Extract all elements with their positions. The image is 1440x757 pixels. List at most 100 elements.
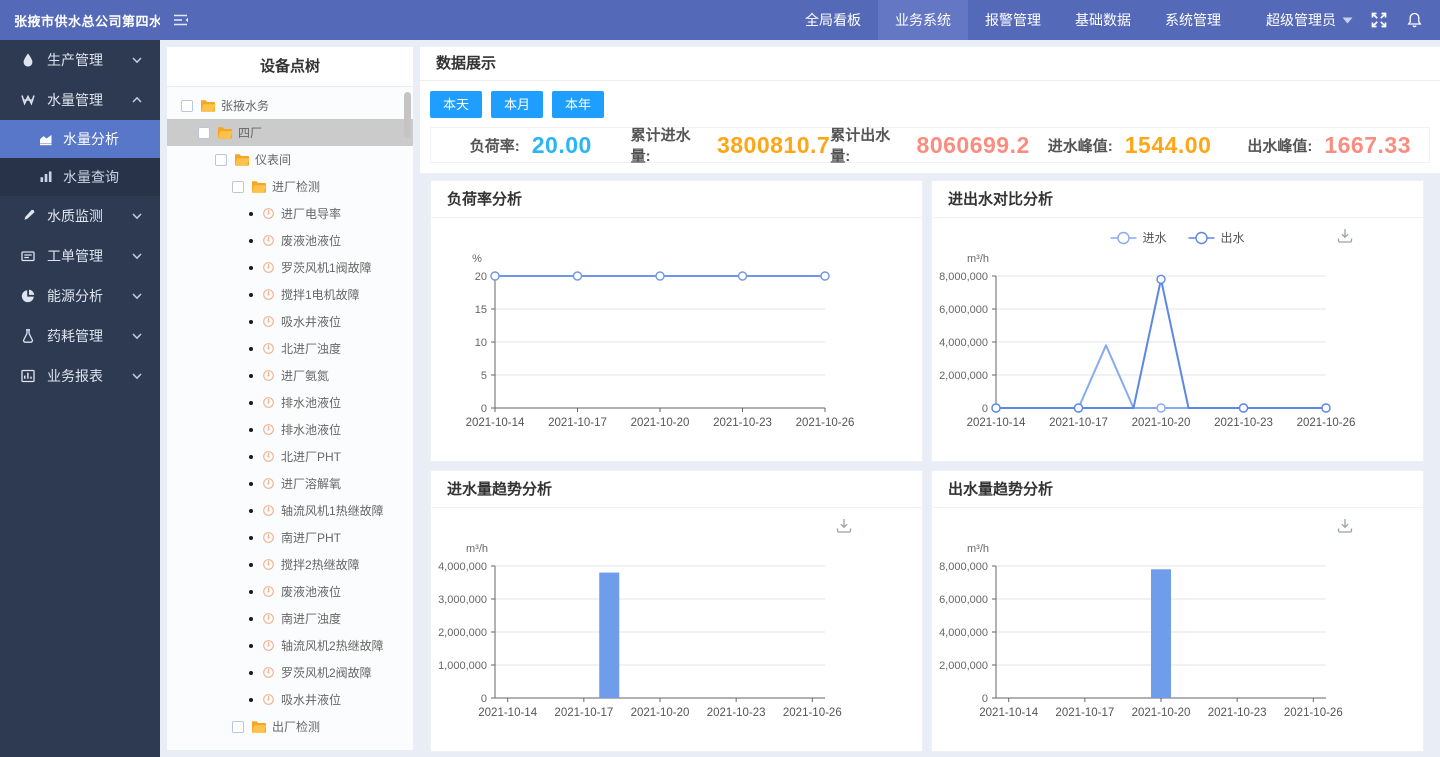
tree-scrollbar[interactable] bbox=[404, 92, 411, 138]
tree-node-label: 轴流风机2热继故障 bbox=[281, 637, 384, 654]
checkbox[interactable] bbox=[181, 100, 193, 112]
chevron-down-icon bbox=[129, 208, 145, 224]
legend-item[interactable]: 出水 bbox=[1189, 231, 1245, 245]
tree-leaf-node[interactable]: 罗茨风机1阀故障 bbox=[167, 254, 413, 281]
tree-node-label: 废液池液位 bbox=[281, 583, 341, 600]
tree-leaf-node[interactable]: 废液池液位 bbox=[167, 227, 413, 254]
tree-folder-node[interactable]: 张掖水务 bbox=[167, 92, 413, 119]
tree-leaf-node[interactable]: 罗茨风机2阀故障 bbox=[167, 659, 413, 686]
menu-fold-icon[interactable] bbox=[172, 12, 189, 28]
tree-leaf-node[interactable]: 轴流风机2热继故障 bbox=[167, 632, 413, 659]
checkbox[interactable] bbox=[232, 181, 244, 193]
tree-leaf-node[interactable]: 排水池液位 bbox=[167, 389, 413, 416]
folder-icon bbox=[200, 99, 216, 112]
tree-node-label: 罗茨风机2阀故障 bbox=[281, 664, 372, 681]
stat-item: 出水峰值:1667.33 bbox=[1229, 132, 1429, 159]
sidebar-item[interactable]: 能源分析 bbox=[0, 276, 160, 316]
tree-leaf-node[interactable]: 进厂氨氮 bbox=[167, 362, 413, 389]
svg-text:%: % bbox=[472, 253, 482, 265]
checkbox[interactable] bbox=[232, 721, 244, 733]
bullet-icon bbox=[249, 293, 253, 297]
bell-icon[interactable] bbox=[1407, 12, 1422, 28]
chart-card-inflow-trend: 进水量趋势分析 01,000,0002,000,0003,000,0004,00… bbox=[430, 470, 923, 752]
svg-text:2,000,000: 2,000,000 bbox=[438, 627, 487, 639]
folder-icon bbox=[234, 153, 250, 166]
tree-leaf-node[interactable]: 南进厂浊度 bbox=[167, 605, 413, 632]
svg-text:2021-10-17: 2021-10-17 bbox=[1055, 707, 1114, 719]
svg-text:2021-10-17: 2021-10-17 bbox=[554, 707, 613, 719]
tree-leaf-node[interactable]: 北进厂PHT bbox=[167, 443, 413, 470]
stat-label: 负荷率: bbox=[470, 135, 520, 156]
tree-folder-node[interactable]: 仪表间 bbox=[167, 146, 413, 173]
tree-leaf-node[interactable]: 搅拌1电机故障 bbox=[167, 281, 413, 308]
sidebar-subitem[interactable]: 水量查询 bbox=[0, 158, 160, 196]
gauge-icon bbox=[262, 369, 275, 382]
data-point bbox=[992, 404, 1000, 412]
checkbox[interactable] bbox=[198, 127, 210, 139]
sidebar-item[interactable]: 生产管理 bbox=[0, 40, 160, 80]
tree-folder-node[interactable]: 出厂检测 bbox=[167, 713, 413, 740]
sidebar-item[interactable]: 药耗管理 bbox=[0, 316, 160, 356]
svg-text:出水: 出水 bbox=[1221, 231, 1245, 245]
tree-leaf-node[interactable]: 吸水井液位 bbox=[167, 686, 413, 713]
svg-text:2021-10-14: 2021-10-14 bbox=[967, 417, 1026, 429]
sidebar-item-label: 能源分析 bbox=[47, 286, 129, 306]
stat-label: 累计进水量: bbox=[631, 124, 705, 166]
tree-node-label: 进厂电导率 bbox=[281, 205, 341, 222]
nav-item-4[interactable]: 系统管理 bbox=[1148, 0, 1238, 40]
download-icon[interactable] bbox=[1339, 229, 1352, 242]
user-menu[interactable]: 超级管理员 bbox=[1266, 10, 1353, 30]
user-name: 超级管理员 bbox=[1266, 10, 1336, 30]
nav-item-0[interactable]: 全局看板 bbox=[788, 0, 878, 40]
sidebar-item-label: 工单管理 bbox=[47, 246, 129, 266]
app-title: 张掖市供水总公司第四水厂 bbox=[0, 11, 160, 30]
tree-leaf-node[interactable]: 废液池液位 bbox=[167, 578, 413, 605]
svg-text:4,000,000: 4,000,000 bbox=[939, 337, 988, 349]
tree-leaf-node[interactable]: 南进厂PHT bbox=[167, 524, 413, 551]
tree-leaf-node[interactable]: 进厂电导率 bbox=[167, 200, 413, 227]
pie-icon bbox=[20, 288, 36, 304]
time-button-0[interactable]: 本天 bbox=[430, 91, 482, 118]
bullet-icon bbox=[249, 320, 253, 324]
chevron-down-icon bbox=[129, 288, 145, 304]
tree-leaf-node[interactable]: 轴流风机1热继故障 bbox=[167, 497, 413, 524]
svg-text:2021-10-23: 2021-10-23 bbox=[1208, 707, 1267, 719]
legend-item[interactable]: 进水 bbox=[1111, 231, 1167, 245]
chart-card-load-rate: 负荷率分析 05101520%2021-10-142021-10-172021-… bbox=[430, 180, 923, 462]
sidebar-item[interactable]: 水质监测 bbox=[0, 196, 160, 236]
tree-folder-node[interactable]: 进厂检测 bbox=[167, 173, 413, 200]
sidebar-item[interactable]: 业务报表 bbox=[0, 356, 160, 396]
gauge-icon bbox=[262, 531, 275, 544]
svg-text:6,000,000: 6,000,000 bbox=[939, 594, 988, 606]
svg-text:m³/h: m³/h bbox=[967, 543, 989, 555]
sidebar-subitem[interactable]: 水量分析 bbox=[0, 120, 160, 158]
device-tree: 张掖水务四厂仪表间进厂检测进厂电导率废液池液位罗茨风机1阀故障搅拌1电机故障吸水… bbox=[167, 87, 413, 750]
time-button-2[interactable]: 本年 bbox=[552, 91, 604, 118]
chart-grid: 负荷率分析 05101520%2021-10-142021-10-172021-… bbox=[420, 174, 1440, 752]
sidebar: 生产管理水量管理水量分析水量查询水质监测工单管理能源分析药耗管理业务报表 bbox=[0, 40, 160, 757]
sidebar-item[interactable]: 水量管理 bbox=[0, 80, 160, 120]
tree-leaf-node[interactable]: 搅拌2热继故障 bbox=[167, 551, 413, 578]
tree-leaf-node[interactable]: 吸水井液位 bbox=[167, 308, 413, 335]
download-icon[interactable] bbox=[838, 519, 851, 532]
tree-folder-node[interactable]: 四厂 bbox=[167, 119, 413, 146]
svg-text:10: 10 bbox=[475, 337, 487, 349]
svg-text:0: 0 bbox=[481, 403, 487, 415]
gauge-icon bbox=[262, 342, 275, 355]
download-icon[interactable] bbox=[1339, 519, 1352, 532]
fullscreen-icon[interactable] bbox=[1371, 12, 1387, 28]
stat-value: 20.00 bbox=[532, 132, 592, 159]
checkbox[interactable] bbox=[215, 154, 227, 166]
tree-leaf-node[interactable]: 排水池液位 bbox=[167, 416, 413, 443]
dropper-icon bbox=[20, 208, 36, 224]
tree-title: 设备点树 bbox=[167, 47, 413, 87]
sidebar-item[interactable]: 工单管理 bbox=[0, 236, 160, 276]
device-tree-panel: 设备点树 张掖水务四厂仪表间进厂检测进厂电导率废液池液位罗茨风机1阀故障搅拌1电… bbox=[160, 40, 420, 757]
time-button-1[interactable]: 本月 bbox=[491, 91, 543, 118]
tree-leaf-node[interactable]: 北进厂浊度 bbox=[167, 335, 413, 362]
stats-bar: 负荷率:20.00累计进水量:3800810.7累计出水量:8060699.2进… bbox=[430, 127, 1430, 163]
nav-item-3[interactable]: 基础数据 bbox=[1058, 0, 1148, 40]
nav-item-1[interactable]: 业务系统 bbox=[878, 0, 968, 40]
nav-item-2[interactable]: 报警管理 bbox=[968, 0, 1058, 40]
tree-leaf-node[interactable]: 进厂溶解氧 bbox=[167, 470, 413, 497]
